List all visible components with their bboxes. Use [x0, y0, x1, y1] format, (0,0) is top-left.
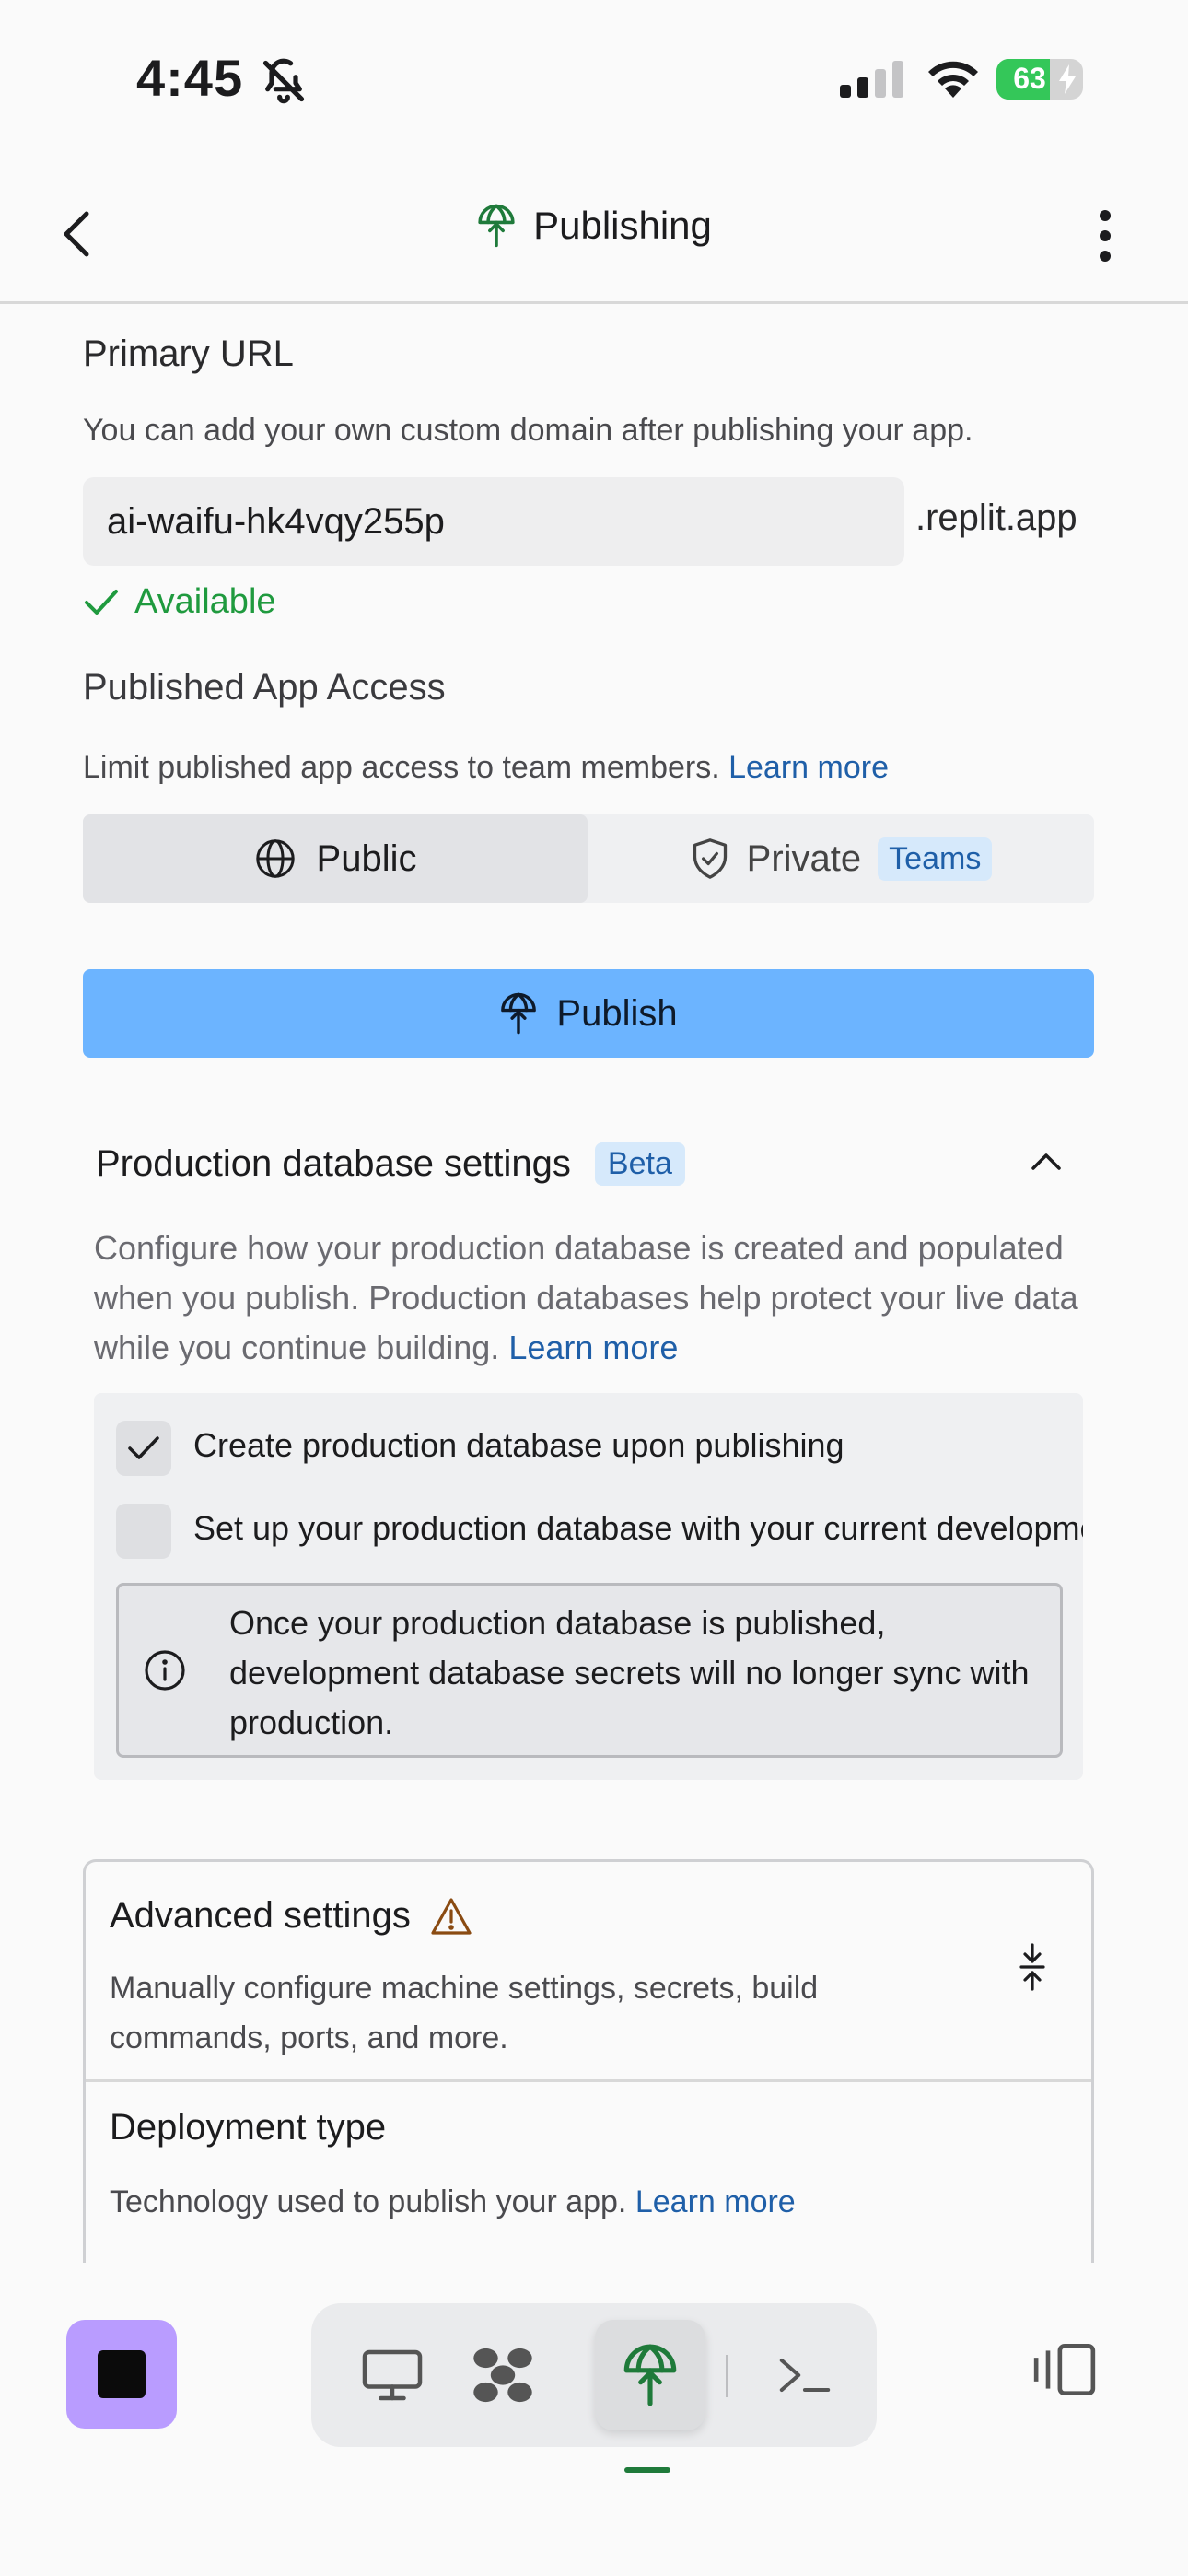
preview-tab[interactable]: [337, 2320, 448, 2430]
publishing-tab[interactable]: [595, 2320, 705, 2430]
production-db-options: Create production database upon publishi…: [94, 1393, 1083, 1780]
active-tab-indicator: [624, 2467, 670, 2473]
status-time: 4:45: [136, 49, 244, 107]
publishing-icon: [501, 992, 537, 1035]
publish-button-label: Publish: [556, 992, 678, 1034]
info-callout: Once your production database is publish…: [116, 1583, 1063, 1758]
create-db-checkbox[interactable]: [116, 1421, 171, 1476]
cellular-signal-icon: [840, 61, 906, 102]
availability-status: Available: [83, 582, 276, 622]
deployment-type-description: Technology used to publish your app. Lea…: [110, 2184, 796, 2220]
advanced-settings-description: Manually configure machine settings, sec…: [110, 1971, 819, 2055]
globe-icon: [255, 839, 295, 878]
private-label: Private: [746, 837, 862, 879]
more-options-icon[interactable]: [1094, 208, 1116, 268]
shell-tab[interactable]: [750, 2320, 860, 2430]
deployment-learn-more-link[interactable]: Learn more: [635, 2184, 796, 2219]
access-learn-more-link[interactable]: Learn more: [728, 750, 889, 785]
production-db-learn-more-link[interactable]: Learn more: [508, 1329, 678, 1366]
public-label: Public: [316, 837, 417, 879]
app-access-description: Limit published app access to team membe…: [83, 743, 889, 792]
charging-bolt-icon: [1059, 64, 1076, 94]
advanced-settings-title: Advanced settings: [110, 1895, 411, 1936]
production-db-description: Configure how your production database i…: [94, 1224, 1107, 1373]
access-private-option[interactable]: Private Teams: [588, 814, 1094, 903]
deployment-type-title: Deployment type: [110, 2107, 387, 2148]
workflows-icon: [473, 2348, 532, 2403]
bottom-nav: [311, 2303, 877, 2447]
info-text: Once your production database is publish…: [229, 1604, 1030, 1741]
page-title-area: Publishing: [0, 203, 1188, 253]
publishing-icon: [623, 2344, 677, 2406]
access-segmented-control: Public Private Teams: [83, 814, 1094, 903]
subdomain-input[interactable]: ai-waifu-hk4vqy255p: [83, 477, 904, 566]
app-access-label: Published App Access: [83, 667, 446, 708]
deployment-type-text: Technology used to publish your app.: [110, 2184, 627, 2219]
workflows-tab[interactable]: [448, 2320, 558, 2430]
shell-icon: [779, 2358, 831, 2393]
domain-suffix: .replit.app: [915, 498, 1077, 538]
primary-url-label: Primary URL: [83, 334, 294, 374]
page-title: Publishing: [533, 204, 712, 247]
publish-button[interactable]: Publish: [83, 969, 1094, 1058]
warning-icon: [431, 1897, 472, 1935]
primary-url-description: You can add your own custom domain after…: [83, 413, 973, 448]
battery-indicator: 63: [996, 59, 1083, 100]
check-icon: [85, 589, 118, 615]
info-icon: [145, 1650, 185, 1691]
check-icon: [128, 1436, 159, 1459]
setup-db-checkbox[interactable]: [116, 1504, 171, 1559]
stop-button[interactable]: [66, 2320, 177, 2429]
teams-badge: Teams: [878, 837, 993, 881]
production-db-title: Production database settings: [96, 1143, 571, 1184]
setup-db-label: Set up your production database with you…: [193, 1509, 1083, 1547]
advanced-settings-header[interactable]: Advanced settings: [110, 1895, 473, 1937]
publishing-icon: [478, 204, 515, 248]
stop-icon: [98, 2350, 146, 2398]
expand-collapse-icon[interactable]: [1016, 1943, 1049, 1996]
panel-layout-icon[interactable]: [1031, 2340, 1098, 2404]
access-public-option[interactable]: Public: [83, 814, 588, 903]
wifi-icon: [925, 57, 982, 104]
beta-badge: Beta: [594, 1142, 685, 1186]
chevron-up-icon[interactable]: [1028, 1148, 1065, 1178]
battery-percent: 63: [1013, 62, 1046, 95]
preview-icon: [362, 2349, 423, 2401]
create-db-label: Create production database upon publishi…: [193, 1426, 844, 1464]
card-divider: [86, 2079, 1091, 2082]
app-access-text: Limit published app access to team membe…: [83, 750, 720, 785]
production-db-header[interactable]: Production database settings Beta: [96, 1142, 685, 1186]
silent-bell-icon: [260, 57, 308, 110]
availability-text: Available: [134, 582, 276, 621]
nav-divider: [726, 2355, 728, 2397]
shield-icon: [693, 838, 727, 879]
